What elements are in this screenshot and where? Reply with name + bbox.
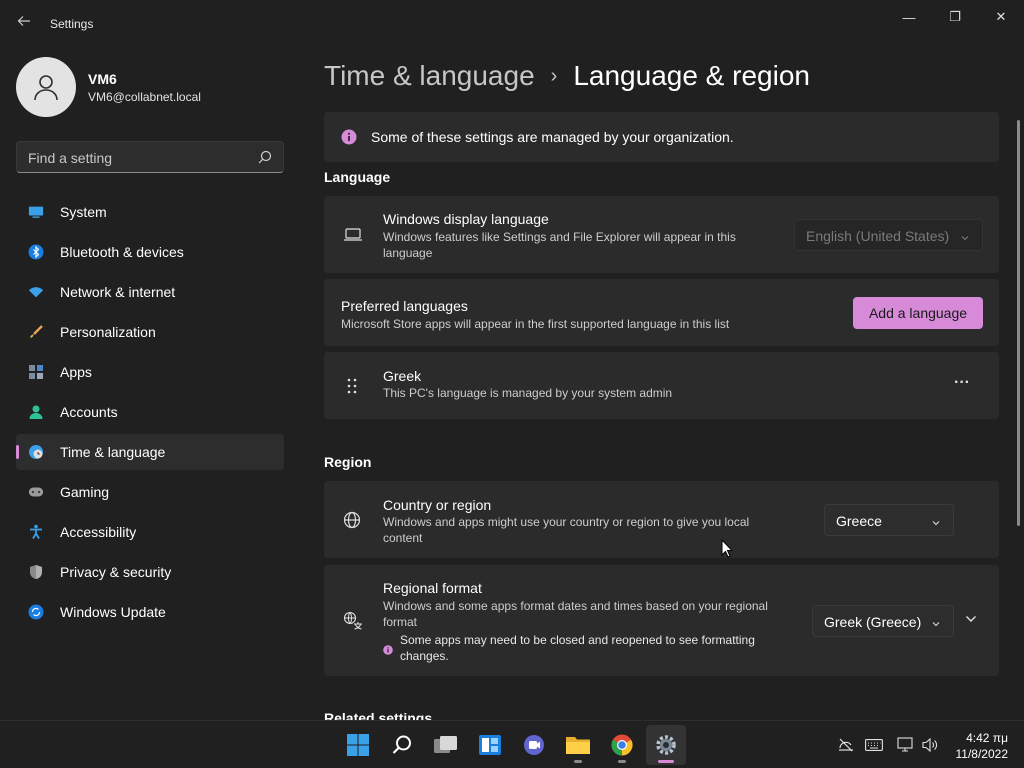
sidebar-item-apps[interactable]: Apps [16, 354, 284, 390]
bluetooth-icon [28, 244, 44, 260]
sidebar-item-system[interactable]: System [16, 194, 284, 230]
chevron-right-icon: › [550, 64, 558, 87]
regional-format-dropdown[interactable]: Greek (Greece) [812, 605, 954, 637]
search-icon[interactable] [257, 149, 273, 165]
clock-date: 11/8/2022 [955, 747, 1009, 761]
search-input[interactable]: Find a setting [16, 141, 284, 173]
profile-email: VM6@collabnet.local [88, 89, 201, 104]
info-icon [341, 129, 357, 150]
volume-icon[interactable] [920, 735, 940, 755]
globe-clock-icon [28, 444, 44, 460]
running-indicator [574, 760, 582, 763]
related-settings-header-clip: Related settings [324, 712, 432, 720]
sidebar-item-gaming[interactable]: Gaming [16, 474, 284, 510]
back-arrow-icon[interactable] [12, 12, 36, 36]
sidebar-item-privacy[interactable]: Privacy & security [16, 554, 284, 590]
warning-info-icon [383, 642, 393, 660]
section-title-region: Region [324, 454, 372, 470]
teams-chat-icon[interactable] [514, 725, 554, 765]
minimize-button[interactable]: — [886, 4, 932, 30]
section-title-related: Related settings [324, 712, 433, 720]
accounts-icon [28, 404, 44, 420]
sidebar-item-network[interactable]: Network & internet [16, 274, 284, 310]
display-language-title: Windows display language [383, 211, 549, 227]
settings-icon[interactable] [646, 725, 686, 765]
maximize-button[interactable]: ❐ [932, 4, 978, 30]
sidebar-item-personalization[interactable]: Personalization [16, 314, 284, 350]
preferred-languages-card: Preferred languages Microsoft Store apps… [324, 279, 999, 346]
chrome-icon[interactable] [602, 725, 642, 765]
breadcrumb: Time & language › Language & region [324, 58, 810, 94]
avatar [16, 57, 76, 117]
country-region-title: Country or region [383, 497, 492, 513]
shield-icon [28, 564, 44, 580]
gamepad-icon [28, 484, 44, 500]
preferred-languages-description: Microsoft Store apps will appear in the … [341, 317, 730, 331]
laptop-icon [343, 227, 363, 248]
country-region-dropdown[interactable]: Greece [824, 504, 954, 536]
monitor-network-icon[interactable] [896, 735, 916, 755]
display-language-description: Windows features like Settings and File … [383, 230, 736, 260]
user-profile[interactable]: VM6 VM6@collabnet.local [16, 57, 201, 117]
display-language-dropdown[interactable]: English (United States) [794, 219, 983, 251]
regional-format-warning: Some apps may need to be closed and reop… [400, 633, 755, 663]
expand-chevron-icon[interactable] [964, 612, 984, 632]
system-icon [28, 204, 44, 220]
search-placeholder: Find a setting [28, 150, 113, 166]
add-language-button[interactable]: Add a language [853, 297, 983, 329]
sidebar-item-accessibility[interactable]: Accessibility [16, 514, 284, 550]
regional-format-description: Windows and some apps format dates and t… [383, 599, 768, 629]
regional-format-card: Regional format Windows and some apps fo… [324, 565, 999, 676]
network-disconnected-icon[interactable] [836, 735, 856, 755]
sidebar-item-bluetooth[interactable]: Bluetooth & devices [16, 234, 284, 270]
clock-time: 4:42 πμ [966, 731, 1008, 745]
chevron-down-icon [960, 230, 970, 241]
person-icon [34, 75, 58, 101]
search-icon[interactable] [382, 725, 422, 765]
preferred-languages-title: Preferred languages [341, 298, 468, 314]
windows-display-language-card: Windows display language Windows feature… [324, 196, 999, 273]
apps-icon [28, 364, 44, 380]
more-options-button[interactable]: ··· [946, 374, 978, 394]
sidebar-item-windows-update[interactable]: Windows Update [16, 594, 284, 630]
window-title: Settings [50, 17, 94, 31]
close-button[interactable]: ✕ [978, 4, 1024, 30]
widgets-icon[interactable] [470, 725, 510, 765]
file-explorer-icon[interactable] [558, 725, 598, 765]
title-bar: Settings — ❐ ✕ [0, 0, 1024, 48]
section-title-language: Language [324, 169, 391, 185]
active-indicator [658, 760, 674, 763]
system-clock[interactable]: 4:42 πμ 11/8/2022 [956, 730, 1009, 762]
windows-start-icon[interactable] [338, 725, 378, 765]
update-icon [28, 604, 44, 620]
running-indicator [618, 760, 626, 763]
sidebar-item-time-language[interactable]: Time & language [16, 434, 284, 470]
breadcrumb-parent[interactable]: Time & language [324, 60, 535, 92]
regional-format-title: Regional format [383, 580, 482, 596]
managed-notice-text: Some of these settings are managed by yo… [371, 129, 734, 145]
accessibility-icon [28, 524, 44, 540]
language-item-greek: Greek This PC's language is managed by y… [324, 352, 999, 419]
taskbar: 4:42 πμ 11/8/2022 [0, 720, 1024, 768]
greek-description: This PC's language is managed by your sy… [383, 386, 673, 400]
sidebar-item-accounts[interactable]: Accounts [16, 394, 284, 430]
chevron-down-icon [931, 515, 941, 526]
language-format-icon [343, 611, 363, 636]
managed-notice: Some of these settings are managed by yo… [324, 112, 999, 162]
brush-icon [28, 324, 44, 340]
greek-title: Greek [383, 368, 422, 384]
country-region-card: Country or region Windows and apps might… [324, 481, 999, 558]
wifi-icon [28, 284, 44, 300]
globe-icon [343, 511, 361, 534]
keyboard-icon[interactable] [864, 735, 884, 755]
chevron-down-icon [931, 616, 941, 627]
profile-name: VM6 [88, 70, 117, 87]
page-title: Language & region [573, 60, 810, 91]
sidebar-nav: System Bluetooth & devices Network & int… [16, 194, 284, 634]
scrollbar[interactable] [1017, 120, 1020, 526]
drag-handle-icon[interactable] [345, 377, 359, 400]
task-view-icon[interactable] [426, 725, 466, 765]
mouse-cursor-icon [721, 538, 734, 563]
